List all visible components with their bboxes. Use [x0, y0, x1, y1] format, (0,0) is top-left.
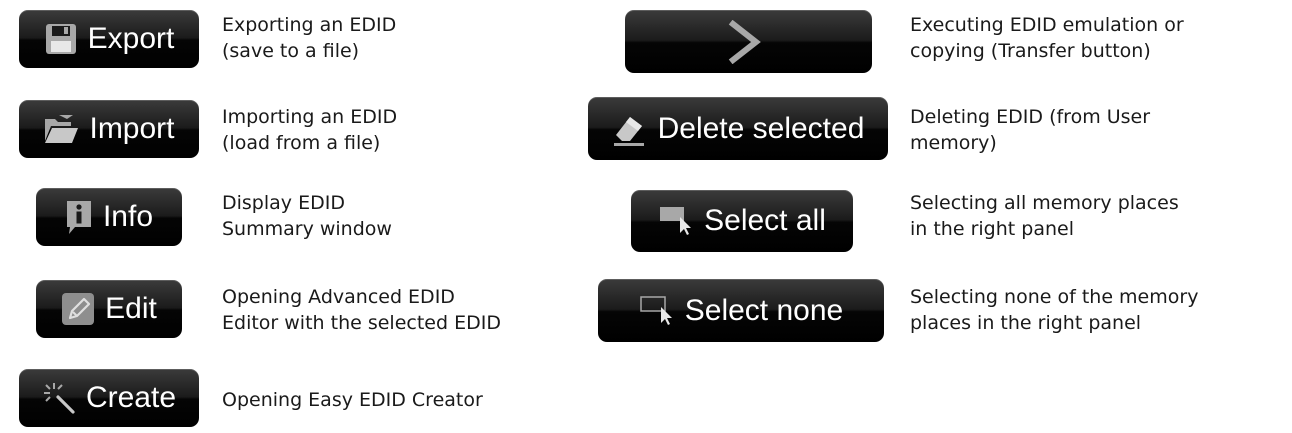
edit-description: Opening Advanced EDID Editor with the se…	[222, 286, 501, 334]
delete-selected-description: Deleting EDID (from User memory)	[910, 106, 1151, 154]
import-button[interactable]: Import	[19, 100, 199, 158]
save-disk-icon	[44, 22, 78, 56]
open-folder-icon	[43, 113, 79, 145]
select-none-description: Selecting none of the memory places in t…	[910, 286, 1199, 334]
create-button[interactable]: Create	[19, 369, 199, 427]
edit-button[interactable]: Edit	[36, 280, 182, 338]
delete-selected-label: Delete selected	[657, 111, 865, 145]
create-description: Opening Easy EDID Creator	[222, 389, 483, 411]
export-label: Export	[87, 22, 175, 55]
export-button[interactable]: Export	[19, 10, 199, 68]
import-description: Importing an EDID (load from a file)	[222, 106, 398, 154]
info-bubble-icon	[65, 199, 93, 235]
select-none-icon	[639, 295, 675, 327]
select-all-label: Select all	[704, 204, 826, 237]
chevron-right-icon	[726, 19, 762, 64]
import-label: Import	[89, 112, 175, 145]
edit-label: Edit	[105, 292, 157, 325]
info-description: Display EDID Summary window	[222, 192, 392, 240]
info-button[interactable]: Info	[36, 188, 182, 246]
select-all-icon	[658, 205, 694, 237]
eraser-icon	[612, 111, 648, 147]
create-label: Create	[85, 381, 177, 414]
select-none-button[interactable]: Select none	[598, 279, 884, 342]
info-label: Info	[102, 200, 154, 233]
select-none-label: Select none	[684, 293, 844, 327]
transfer-button[interactable]	[625, 10, 872, 73]
transfer-description: Executing EDID emulation or copying (Tra…	[910, 14, 1184, 62]
export-description: Exporting an EDID (save to a file)	[222, 14, 397, 62]
delete-selected-button[interactable]: Delete selected	[588, 97, 888, 160]
select-all-button[interactable]: Select all	[631, 190, 853, 252]
select-all-description: Selecting all memory places in the right…	[910, 192, 1179, 240]
pencil-icon	[61, 292, 95, 326]
magic-wand-icon	[42, 381, 76, 415]
